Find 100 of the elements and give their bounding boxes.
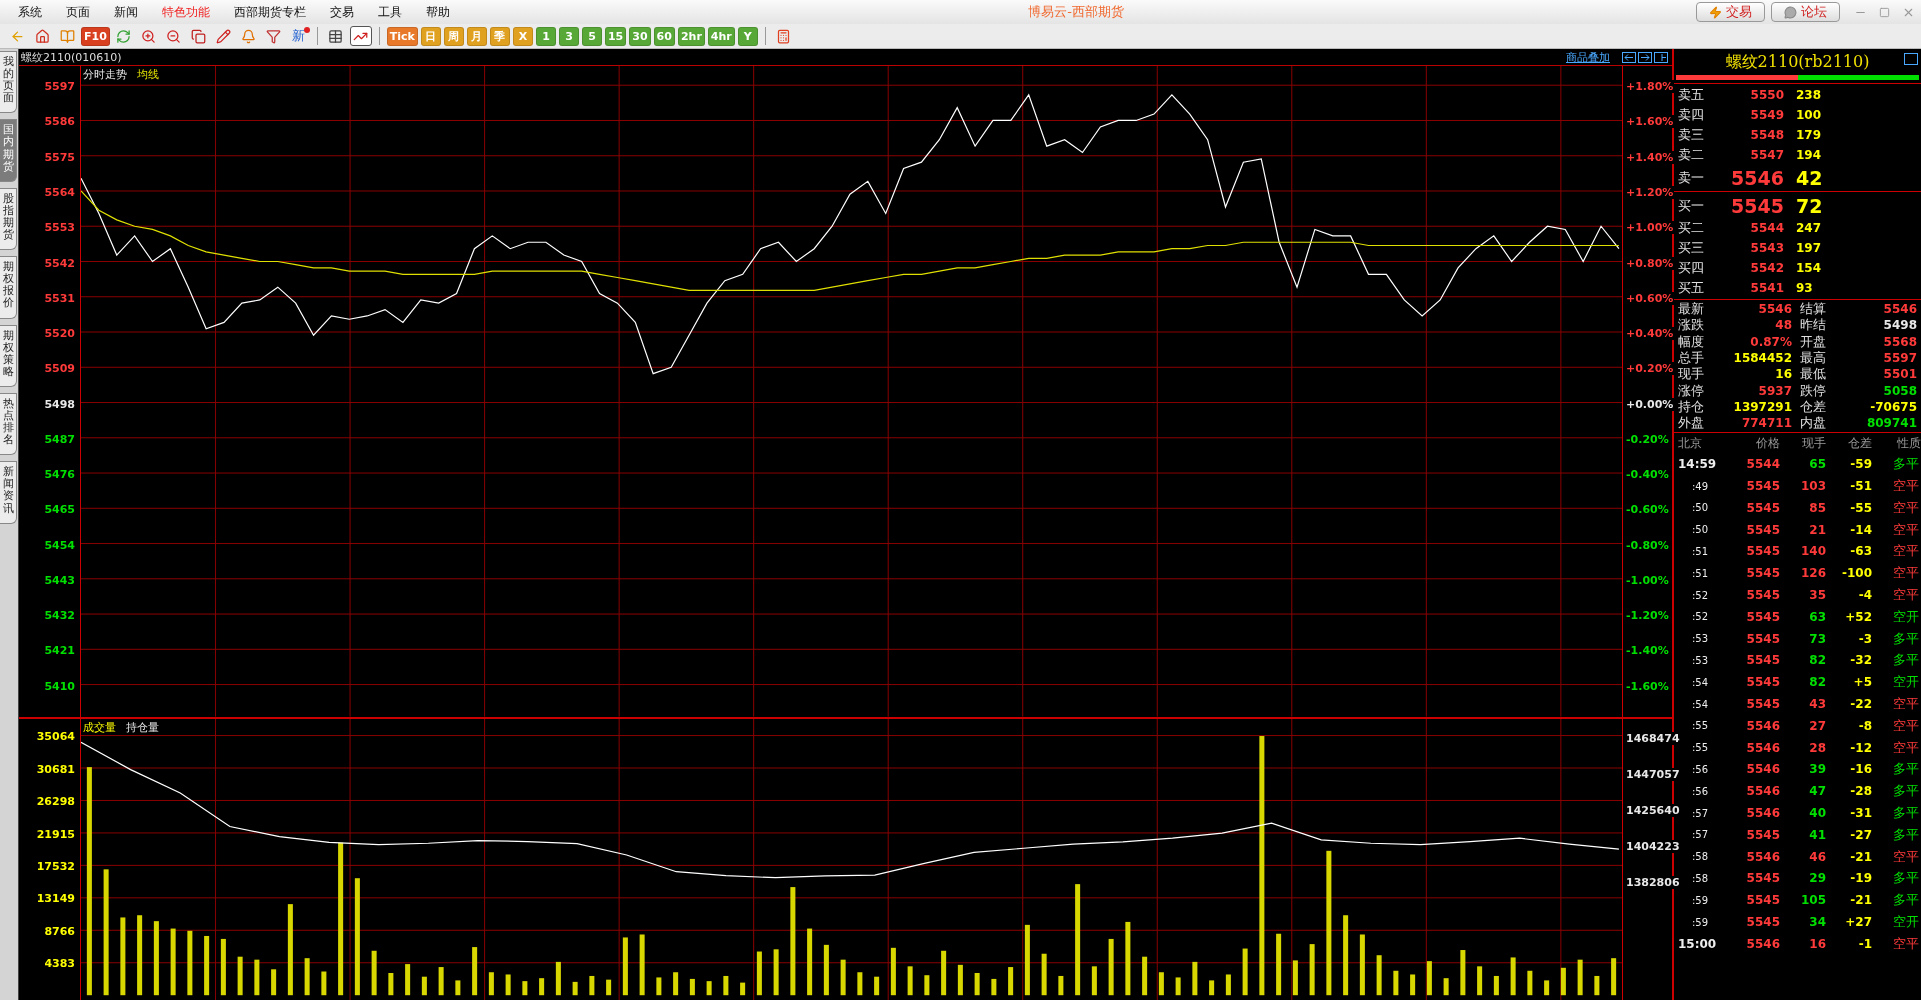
price-axis-label: 5410 — [43, 679, 76, 693]
trade-time: :59 — [1691, 916, 1710, 928]
trade-volume: 82 — [1808, 675, 1826, 690]
order-price: 5544 — [1749, 221, 1784, 235]
order-volume: 197 — [1795, 241, 1823, 255]
order-volume: 100 — [1795, 108, 1823, 122]
trade-volume: 126 — [1799, 566, 1826, 581]
order-price: 5543 — [1749, 241, 1784, 255]
open-interest-change: -4 — [1857, 588, 1872, 603]
order-volume: 194 — [1795, 148, 1823, 162]
trade-nature: 空开 — [1892, 913, 1920, 931]
trade-volume: 82 — [1808, 653, 1826, 668]
column-header: 性质 — [1896, 434, 1921, 452]
trade-nature: 多平 — [1892, 869, 1920, 888]
stat-value: 774711 — [1741, 416, 1792, 431]
stat-label: 最低 — [1799, 365, 1826, 384]
trade-time: :55 — [1691, 720, 1710, 732]
trade-nature: 多平 — [1892, 629, 1920, 648]
order-volume: 42 — [1795, 166, 1824, 189]
trade-nature: 空平 — [1892, 498, 1920, 517]
trade-volume: 41 — [1808, 827, 1826, 842]
open-interest-change: -32 — [1849, 653, 1872, 668]
trade-time: 15:00 — [1677, 936, 1718, 951]
stat-label: 最新 — [1677, 300, 1704, 318]
percent-axis-label: -1.00% — [1625, 573, 1670, 587]
trade-volume: 105 — [1799, 893, 1826, 908]
trade-time: :54 — [1691, 698, 1710, 710]
trade-volume: 46 — [1808, 849, 1826, 864]
open-interest-change: -51 — [1849, 479, 1872, 494]
trade-nature: 空平 — [1892, 586, 1920, 605]
trade-time: :56 — [1691, 763, 1710, 775]
open-interest-change: -16 — [1849, 762, 1872, 777]
open-interest-change: +27 — [1844, 915, 1872, 929]
stat-value: 1397291 — [1733, 399, 1792, 414]
stat-value: 5597 — [1883, 351, 1917, 366]
order-level-label: 买一 — [1677, 196, 1705, 215]
trade-price: 5545 — [1745, 500, 1780, 515]
order-level-label: 买二 — [1677, 219, 1705, 237]
trade-time: :57 — [1691, 829, 1710, 841]
trade-price: 5545 — [1745, 544, 1780, 559]
volume-axis-label: 21915 — [35, 827, 76, 841]
stat-value: 5546 — [1758, 302, 1792, 317]
trade-volume: 85 — [1808, 500, 1826, 515]
legend-label: 分时走势 — [83, 67, 127, 82]
open-interest-change: -22 — [1849, 697, 1872, 712]
trade-time: :51 — [1691, 545, 1710, 557]
trade-time: :58 — [1691, 851, 1710, 863]
order-level-label: 买四 — [1677, 259, 1705, 277]
trade-nature: 空平 — [1892, 542, 1920, 561]
trade-nature: 多平 — [1892, 804, 1920, 822]
stat-label: 开盘 — [1799, 332, 1826, 351]
order-volume: 238 — [1795, 88, 1823, 102]
trade-price: 5545 — [1745, 631, 1780, 646]
trade-volume: 63 — [1808, 609, 1826, 624]
trade-price: 5546 — [1745, 762, 1780, 777]
trade-price: 5546 — [1745, 718, 1780, 733]
open-interest-axis-label: 1404223 — [1625, 839, 1681, 853]
trade-price: 5546 — [1745, 784, 1780, 799]
open-interest-change: -55 — [1849, 500, 1872, 515]
stat-label: 总手 — [1677, 349, 1704, 367]
stat-value: 5498 — [1883, 318, 1917, 333]
legend-label: 均线 — [137, 67, 159, 82]
trade-price: 5545 — [1745, 893, 1780, 908]
open-interest-change: -100 — [1840, 566, 1872, 581]
trade-volume: 40 — [1808, 806, 1826, 820]
percent-axis-label: +0.80% — [1625, 256, 1675, 270]
trade-nature: 多平 — [1892, 825, 1920, 844]
stat-label: 外盘 — [1677, 414, 1704, 433]
order-price: 5547 — [1749, 148, 1784, 162]
trade-price: 5545 — [1745, 609, 1780, 624]
trade-volume: 73 — [1808, 631, 1826, 646]
open-interest-change: -31 — [1849, 806, 1872, 820]
stat-value: 1584452 — [1733, 351, 1792, 366]
order-price: 5545 — [1730, 194, 1784, 217]
percent-axis-label: -0.20% — [1625, 432, 1670, 446]
trade-nature: 多平 — [1892, 651, 1920, 670]
order-price: 5549 — [1749, 108, 1784, 122]
open-interest-axis-label: 1425640 — [1625, 803, 1681, 817]
open-interest-change: -12 — [1849, 740, 1872, 755]
trade-volume: 28 — [1808, 740, 1826, 755]
trade-volume: 29 — [1808, 871, 1826, 886]
price-axis-label: 5520 — [43, 327, 76, 340]
price-axis-label: 5498 — [43, 397, 76, 411]
order-volume: 72 — [1795, 194, 1824, 217]
price-axis-label: 5564 — [43, 186, 76, 199]
trade-price: 5545 — [1745, 588, 1780, 603]
order-level-label: 卖三 — [1677, 126, 1705, 144]
trade-volume: 140 — [1799, 544, 1826, 559]
trade-price: 5546 — [1745, 806, 1780, 820]
stat-value: 5501 — [1883, 367, 1917, 382]
stat-label: 仓差 — [1799, 397, 1826, 416]
trade-time: :52 — [1691, 589, 1710, 601]
trade-time: 14:59 — [1677, 457, 1718, 472]
trade-price: 5545 — [1745, 522, 1780, 537]
trade-time: :59 — [1691, 894, 1710, 906]
trade-nature: 多平 — [1892, 760, 1920, 779]
percent-axis-label: +1.00% — [1625, 221, 1675, 235]
stat-label: 昨结 — [1799, 316, 1826, 335]
percent-axis-label: +1.60% — [1625, 115, 1675, 129]
order-level-label: 卖二 — [1677, 146, 1705, 164]
